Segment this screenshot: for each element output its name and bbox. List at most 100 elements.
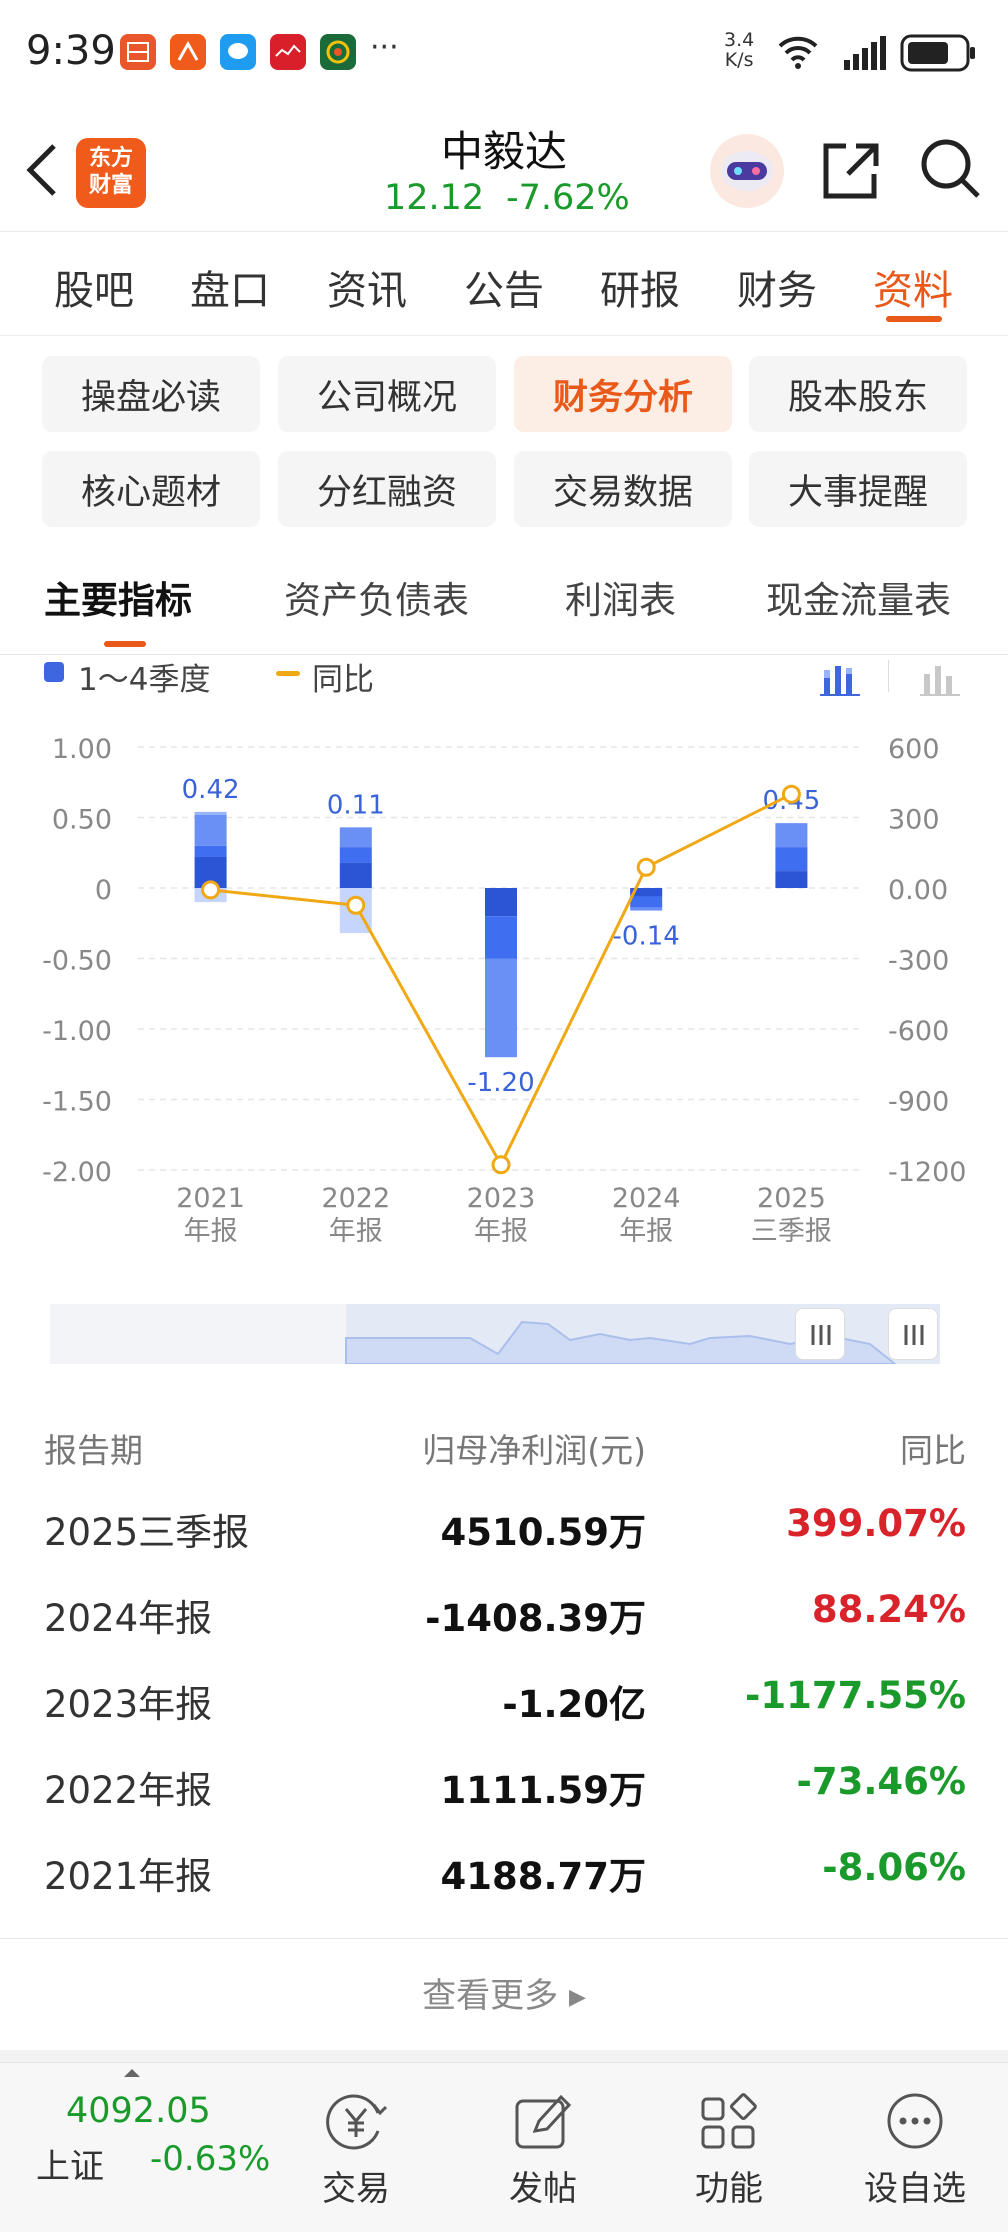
x-tick-period: 年报 (329, 1216, 383, 1247)
x-tick-year: 2021 (176, 1183, 245, 1214)
bottom-bar: 4092.05 上证 -0.63% 交易 发帖 功能 设自选 (0, 2062, 1008, 2232)
bar-segment (485, 958, 517, 1058)
add-watchlist-label: 设自选 (864, 2169, 966, 2209)
row-period: 2023年报 (44, 1683, 213, 1726)
single-view-icon[interactable] (918, 656, 962, 696)
yoy-point (491, 1155, 511, 1175)
tab-balance-sheet[interactable]: 资产负债表 (284, 570, 469, 624)
bar-value-label: 0.42 (182, 775, 240, 805)
legend-bars-label: 1～4季度 (78, 662, 211, 698)
table-row: 2025三季报 4510.59万 399.07% (0, 1480, 1008, 1566)
y-tick-right: 300 (888, 805, 940, 836)
y-tick-left: -0.50 (42, 946, 112, 977)
bar-segment (339, 862, 372, 888)
trade-label: 交易 (322, 2169, 390, 2209)
x-tick-year: 2024 (612, 1183, 681, 1214)
col-header-profit: 归母净利润(元) (422, 1431, 646, 1470)
row-period: 2022年报 (44, 1769, 213, 1812)
row-period: 2024年报 (44, 1597, 213, 1640)
report-tabs: 主要指标 资产负债表 利润表 现金流量表 (0, 0, 1008, 656)
bar-segment (485, 888, 517, 917)
bar-segment (775, 823, 808, 848)
yoy-point (346, 895, 366, 915)
col-header-yoy: 同比 (900, 1431, 966, 1470)
y-tick-left: -1.50 (42, 1087, 112, 1118)
row-yoy: 399.07% (786, 1502, 966, 1545)
yoy-point (781, 784, 801, 804)
index-change[interactable]: -0.63% (150, 2139, 270, 2179)
yen-icon (326, 2094, 388, 2150)
bar-segment (630, 907, 663, 911)
legend-line-swatch (276, 671, 300, 676)
yoy-point (636, 857, 656, 877)
stacked-view-icon[interactable] (818, 656, 862, 696)
slider-handle-left[interactable] (795, 1308, 845, 1360)
legend-line-label: 同比 (312, 662, 374, 698)
x-tick-year: 2023 (467, 1183, 536, 1214)
view-more-label: 查看更多 (422, 1976, 559, 2016)
y-tick-right: 600 (888, 734, 940, 765)
y-tick-left: 0 (95, 875, 112, 906)
x-tick-period: 年报 (619, 1216, 673, 1247)
bar-segment (775, 847, 808, 872)
row-profit: 4188.77万 (440, 1855, 646, 1898)
y-tick-left: -2.00 (42, 1157, 112, 1188)
table-row: 2023年报 -1.20亿 -1177.55% (0, 1652, 1008, 1738)
table-row: 2022年报 1111.59万 -73.46% (0, 1738, 1008, 1824)
index-name[interactable]: 上证 (36, 2139, 104, 2188)
row-yoy: -8.06% (822, 1846, 966, 1889)
row-profit: 4510.59万 (440, 1511, 646, 1554)
y-tick-left: 1.00 (52, 734, 112, 765)
tab-cash-flow[interactable]: 现金流量表 (766, 570, 951, 624)
row-period: 2025三季报 (44, 1511, 250, 1554)
tab-key-indicators[interactable]: 主要指标 (44, 570, 192, 624)
col-header-period: 报告期 (44, 1431, 143, 1470)
row-yoy: -1177.55% (745, 1674, 966, 1717)
y-tick-right: -300 (888, 946, 949, 977)
row-profit: -1408.39万 (425, 1597, 646, 1640)
y-tick-right: -900 (888, 1087, 949, 1118)
bar-segment (339, 847, 372, 863)
add-watchlist-button[interactable]: 设自选 (840, 2063, 990, 2232)
triangle-right-icon: ▶ (568, 1985, 586, 2010)
row-period: 2021年报 (44, 1855, 213, 1898)
caret-up-icon[interactable] (122, 2067, 142, 2079)
functions-label: 功能 (695, 2169, 763, 2209)
post-button[interactable]: 发帖 (468, 2063, 618, 2232)
x-tick-year: 2022 (321, 1183, 390, 1214)
divider (0, 2050, 1008, 2062)
y-tick-left: -1.00 (42, 1016, 112, 1047)
x-tick-year: 2025 (757, 1183, 826, 1214)
index-value[interactable]: 4092.05 (66, 2091, 211, 2131)
slider-handle-right[interactable] (888, 1308, 938, 1360)
tab-income-statement[interactable]: 利润表 (565, 570, 676, 624)
x-tick-period: 年报 (474, 1216, 528, 1247)
view-more-link[interactable]: 查看更多 ▶ (0, 1968, 1008, 2017)
bar-value-label: 0.11 (327, 790, 385, 820)
functions-button[interactable]: 功能 (654, 2063, 804, 2232)
bar-segment (194, 811, 227, 815)
bar-segment (339, 827, 372, 848)
post-label: 发帖 (509, 2169, 577, 2209)
bar-segment (485, 916, 517, 959)
y-tick-right: 0.00 (888, 875, 948, 906)
x-tick-period: 年报 (184, 1216, 238, 1247)
report-tab-indicator (104, 641, 146, 647)
bar-segment (194, 845, 227, 857)
view-divider (888, 660, 889, 692)
divider (0, 1938, 1008, 1939)
row-profit: 1111.59万 (440, 1769, 646, 1812)
legend-bar-swatch (44, 662, 64, 682)
row-yoy: 88.24% (811, 1588, 966, 1631)
x-tick-period: 三季报 (751, 1216, 832, 1247)
table-row: 2024年报 -1408.39万 88.24% (0, 1566, 1008, 1652)
row-profit: -1.20亿 (502, 1683, 646, 1726)
bar-segment (775, 871, 808, 888)
apps-icon (701, 2093, 757, 2149)
y-tick-right: -600 (888, 1016, 949, 1047)
bar-segment (194, 814, 227, 846)
bar-value-label: -1.20 (467, 1068, 534, 1098)
trade-button[interactable]: 交易 (281, 2063, 431, 2232)
bar-segment (630, 896, 663, 908)
y-tick-left: 0.50 (52, 805, 112, 836)
